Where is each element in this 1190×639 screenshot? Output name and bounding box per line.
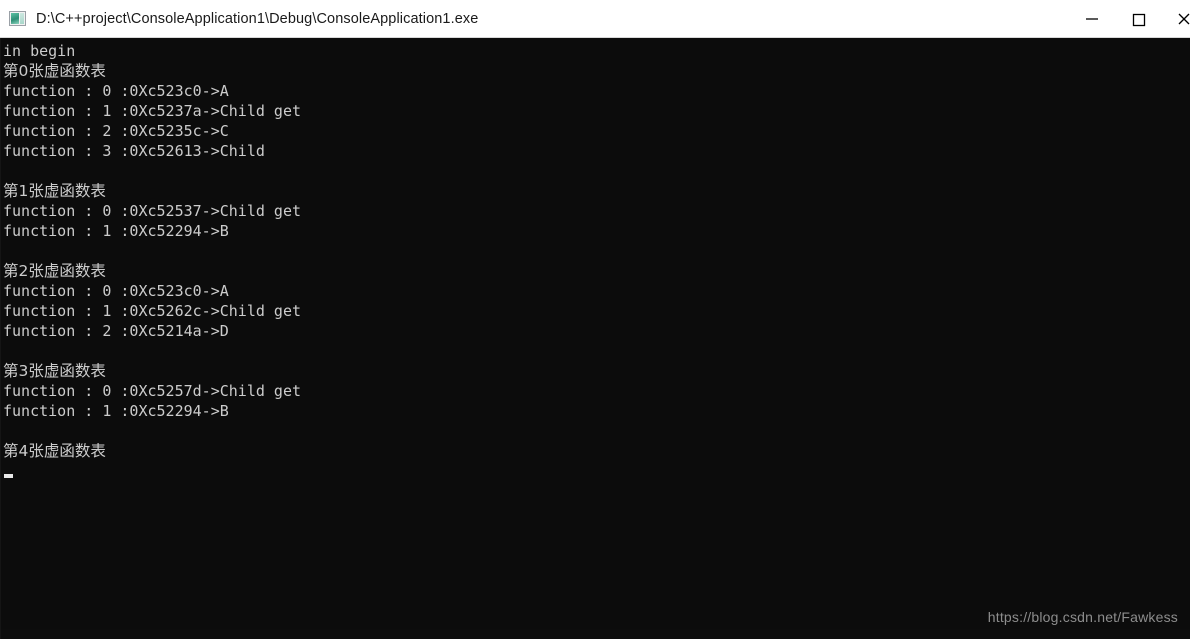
console-app-icon-shape-primary xyxy=(11,13,19,24)
bottom-ghost-text-left xyxy=(171,631,174,639)
console-line: function : 0 :0Xc52537->Child get xyxy=(3,202,302,220)
window-controls xyxy=(1069,0,1190,37)
close-icon xyxy=(1178,13,1190,24)
maximize-icon xyxy=(1132,13,1146,26)
console-window: D:\C++project\ConsoleApplication1\Debug\… xyxy=(0,0,1190,639)
console-line: function : 1 :0Xc52294->B xyxy=(3,222,229,240)
console-line: in begin xyxy=(3,42,76,60)
console-line: function : 3 :0Xc52613->Child xyxy=(3,142,265,160)
console-line: function : 1 :0Xc5237a->Child get xyxy=(3,102,302,120)
console-line: function : 0 :0Xc523c0->A xyxy=(3,82,229,100)
watermark-text: https://blog.csdn.net/Fawkess xyxy=(987,609,1178,625)
console-app-icon-shape-secondary xyxy=(20,13,24,24)
text-cursor xyxy=(4,474,13,478)
console-line: function : 2 :0Xc5214a->D xyxy=(3,322,229,340)
title-bar-left: D:\C++project\ConsoleApplication1\Debug\… xyxy=(0,11,478,27)
maximize-button[interactable] xyxy=(1115,0,1161,37)
console-line: function : 1 :0Xc5262c->Child get xyxy=(3,302,302,320)
title-bar[interactable]: D:\C++project\ConsoleApplication1\Debug\… xyxy=(0,0,1190,38)
console-output-text: in begin 第0张虚函数表 function : 0 :0Xc523c0->A… xyxy=(3,41,301,461)
console-output-area[interactable]: in begin 第0张虚函数表 function : 0 :0Xc523c0->A… xyxy=(0,38,1190,639)
console-line: function : 2 :0Xc5235c->C xyxy=(3,122,229,140)
console-line: function : 1 :0Xc52294->B xyxy=(3,402,229,420)
console-line: function : 0 :0Xc5257d->Child get xyxy=(3,382,302,400)
console-line: function : 0 :0Xc523c0->A xyxy=(3,282,229,300)
minimize-button[interactable] xyxy=(1069,0,1115,37)
window-title: D:\C++project\ConsoleApplication1\Debug\… xyxy=(36,10,479,27)
console-line: 第1张虚函数表 xyxy=(3,182,106,200)
bottom-clipped-strip xyxy=(1,629,1190,639)
console-app-icon xyxy=(9,11,26,26)
console-line: 第4张虚函数表 xyxy=(3,442,106,460)
console-line: 第0张虚函数表 xyxy=(3,62,106,80)
minimize-icon xyxy=(1086,17,1098,20)
close-button[interactable] xyxy=(1161,0,1190,37)
console-line: 第3张虚函数表 xyxy=(3,362,106,380)
console-line: 第2张虚函数表 xyxy=(3,262,106,280)
